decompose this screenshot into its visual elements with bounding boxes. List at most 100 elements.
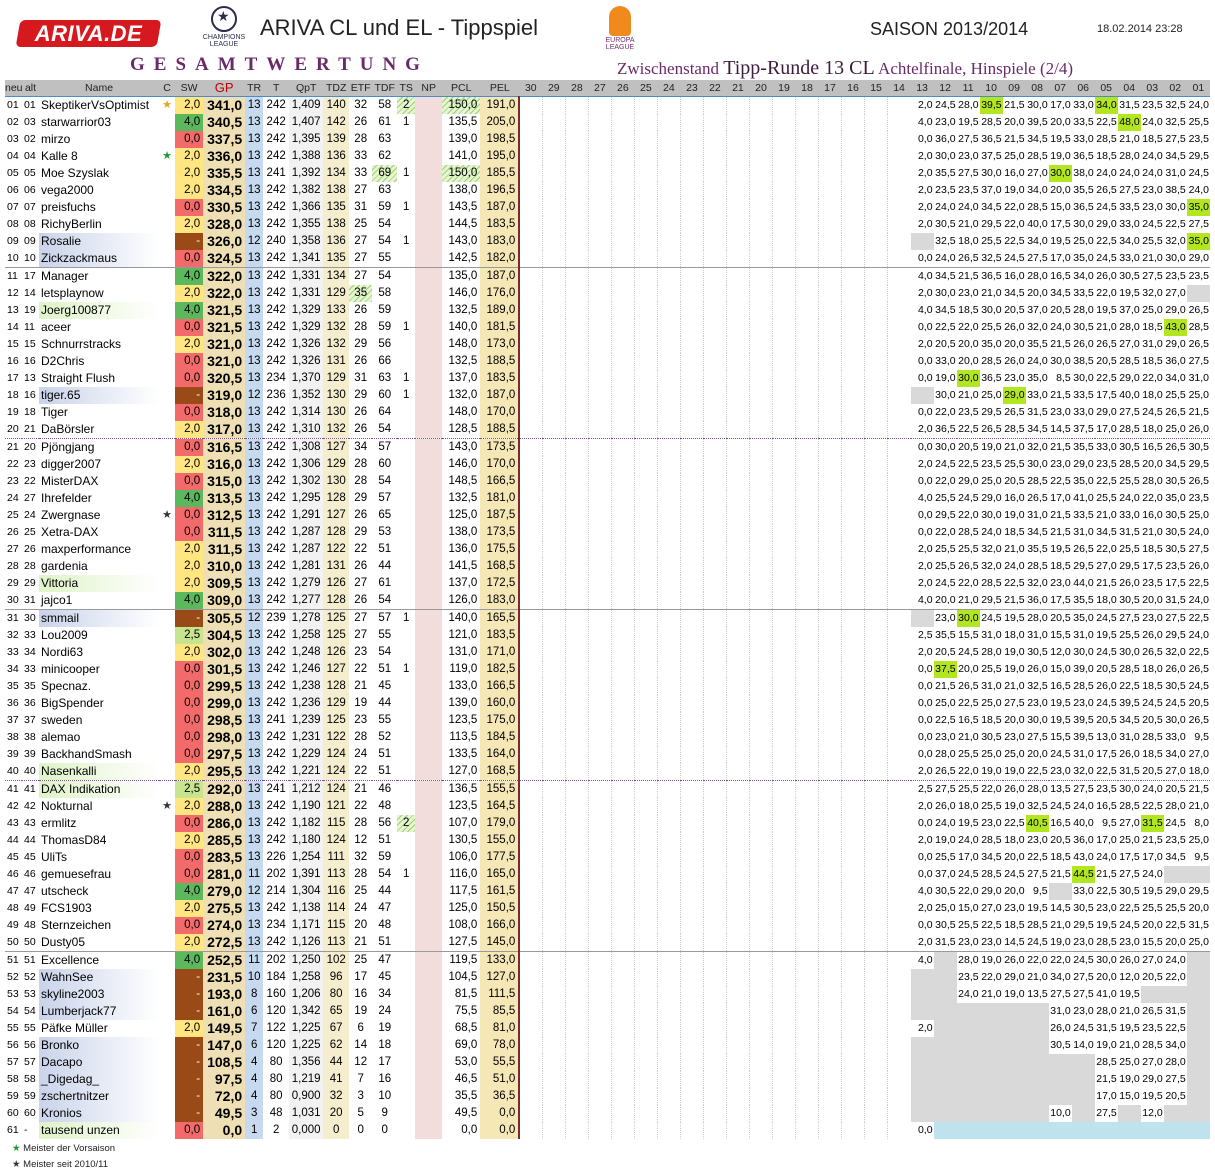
round-cell-empty — [864, 1054, 888, 1071]
cell-name[interactable]: Tiger — [39, 404, 159, 421]
round-cell: 25,0 — [981, 475, 1002, 487]
cell-name[interactable]: Kalle 8 — [39, 148, 159, 165]
cell-name[interactable]: Nordi63 — [39, 644, 159, 661]
round-cell-empty — [610, 541, 635, 558]
round-cell: 17,5 — [1048, 592, 1072, 610]
cell-name[interactable]: digger2007 — [39, 456, 159, 473]
cell-name[interactable]: mirzo — [39, 131, 159, 148]
cell-name[interactable]: Rosalie — [39, 233, 160, 250]
round-cell: 25,5 — [958, 543, 979, 555]
table-row: 60 60 Kronios -49,5 3 48 1,031 20 5 9 49,5 0,0 10,0 2… — [5, 1105, 1210, 1122]
round-cell-empty — [725, 370, 750, 387]
cell-name[interactable]: vega2000 — [39, 182, 159, 199]
cell-np — [415, 849, 443, 866]
cell-name[interactable]: Schnurrstracks — [39, 336, 159, 353]
cell-name[interactable]: tiger.65 — [39, 387, 160, 404]
round-cell-empty — [817, 1071, 842, 1088]
round-cell-empty — [656, 456, 681, 473]
round-cell-empty — [679, 695, 704, 712]
cell-name[interactable]: UliTs — [39, 849, 159, 866]
cell-name[interactable]: D2Chris — [39, 353, 159, 370]
cell-name[interactable]: Nasenkalli — [39, 763, 160, 781]
cell-name[interactable]: Dusty05 — [39, 934, 160, 952]
cell-name[interactable]: letsplaynow — [39, 285, 159, 302]
cell-name[interactable]: skyline2003 — [39, 986, 160, 1003]
cell-name[interactable]: WahnSee — [39, 969, 160, 986]
round-cell: 26,0 — [1004, 954, 1025, 966]
cell-name[interactable]: preisfuchs — [39, 199, 159, 216]
cell-name[interactable]: alemao — [39, 729, 159, 746]
cell-name[interactable]: zschertnitzer — [39, 1088, 160, 1105]
cell-name[interactable]: Xetra-DAX — [39, 524, 159, 541]
cell-name[interactable]: minicooper — [39, 661, 159, 678]
cell-gp: 316,0 — [203, 456, 246, 473]
cell-name[interactable]: Päfke Müller — [39, 1020, 159, 1037]
cell-name[interactable]: gemuesefrau — [39, 866, 159, 883]
cell-name[interactable]: starwarrior03 — [39, 114, 159, 131]
cell-pel: 171,0 — [480, 644, 521, 661]
cell-ts: 1 — [403, 663, 410, 675]
cell-neu: 30 — [5, 592, 22, 610]
cell-name[interactable]: Kronios — [39, 1105, 160, 1122]
cell-name[interactable]: sweden — [39, 712, 159, 729]
cell-name[interactable]: Excellence — [39, 952, 159, 970]
cell-name[interactable]: Manager — [39, 268, 159, 286]
cell-name[interactable]: MisterDAX — [39, 473, 159, 490]
cell-name[interactable]: jajco1 — [39, 592, 160, 610]
cell-tdf: 19 — [378, 1022, 392, 1034]
round-cell: 28,5 — [1142, 1039, 1163, 1051]
round-cell-empty — [610, 250, 635, 268]
round-cell: 24,0 — [1165, 954, 1186, 966]
cell-name[interactable]: BigSpender — [39, 695, 159, 712]
cell-name[interactable]: Zwergnase — [39, 507, 159, 524]
cell-tdz: 0 — [323, 1122, 350, 1139]
cell-name[interactable]: Moe Szyslak — [39, 165, 159, 182]
round-cell-empty — [541, 148, 566, 165]
cell-name[interactable]: Nokturnal — [39, 798, 159, 815]
round-cell-empty — [817, 233, 842, 250]
cell-name[interactable]: ThomasD84 — [39, 832, 159, 849]
cell-name[interactable]: Bronko — [39, 1037, 160, 1054]
cell-name[interactable]: gardenia — [39, 558, 159, 575]
cell-name[interactable]: DaBörsler — [39, 421, 160, 439]
cell-name[interactable]: BackhandSmash — [39, 746, 159, 763]
cell-name[interactable]: SkeptikerVsOptimist — [39, 96, 160, 114]
cell-name[interactable]: Specnaz. — [39, 678, 159, 695]
round-cell-empty — [541, 387, 566, 404]
cell-name[interactable]: Straight Flush — [39, 370, 159, 387]
cell-tdz: 130 — [323, 473, 350, 490]
cell-name[interactable]: tausend unzen — [39, 1122, 160, 1139]
round-cell: 8,0 — [1194, 817, 1209, 829]
cell-name[interactable]: utscheck — [39, 883, 159, 900]
round-cell-empty — [587, 148, 612, 165]
cell-name[interactable]: Ihrefelder — [39, 490, 159, 507]
cell-name[interactable]: Joerg100877 — [39, 302, 160, 319]
cell-qpt: 1,391 — [289, 866, 324, 883]
round-cell-empty — [656, 131, 681, 148]
cell-name[interactable]: DAX Indikation — [39, 780, 160, 798]
round-cell: 22,5 — [1096, 235, 1117, 247]
round-cell — [1117, 1122, 1141, 1139]
cell-name[interactable]: maxperformance — [39, 541, 159, 558]
cell-name[interactable]: Lumberjack77 — [39, 1003, 160, 1020]
cell-name[interactable]: ermlitz — [39, 815, 159, 832]
cell-name[interactable]: Sternzeichen — [39, 917, 159, 934]
cell-name[interactable]: smmail — [39, 609, 160, 627]
cell-np — [415, 541, 443, 558]
ariva-logo[interactable]: ARIVA.DE — [15, 20, 162, 47]
cell-name[interactable]: FCS1903 — [39, 900, 159, 917]
round-cell: 19,5 — [1050, 697, 1071, 709]
round-cell-empty — [841, 1088, 865, 1105]
cell-name[interactable]: _Digedag_ — [39, 1071, 160, 1088]
cell-name[interactable]: RichyBerlin — [39, 216, 159, 233]
round-cell-empty — [841, 148, 865, 165]
round-cell: 30,0 — [1073, 218, 1094, 230]
cell-name[interactable]: Pjöngjang — [39, 439, 159, 457]
cell-name[interactable]: Lou2009 — [39, 627, 159, 644]
cell-name[interactable]: Zickzackmaus — [39, 250, 160, 268]
cell-name[interactable]: Vittoria — [39, 575, 160, 592]
cell-name[interactable]: aceer — [39, 319, 159, 336]
column-header-28: 28 — [565, 80, 589, 97]
cell-name[interactable]: Dacapo — [39, 1054, 160, 1071]
cell-t: 242 — [263, 592, 290, 610]
